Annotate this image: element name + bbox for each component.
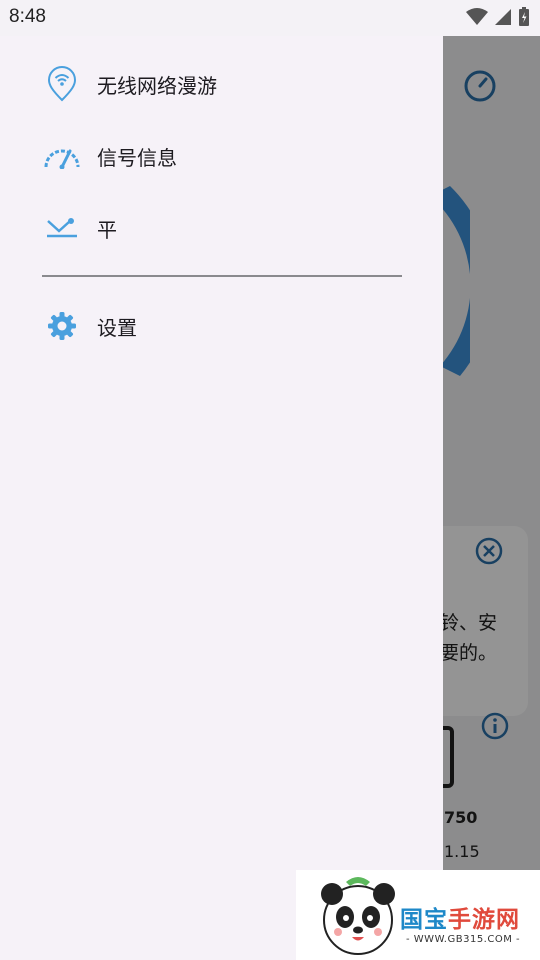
status-bar: 8:48 [0,0,540,36]
nav-item-signal-info[interactable]: 信号信息 [0,126,443,186]
wifi-location-icon [42,64,82,104]
nav-item-label: 设置 [97,315,137,340]
nav-item-label: 信号信息 [97,145,177,170]
wifi-status-icon [466,8,488,25]
watermark-url: - WWW.GB315.COM - [406,934,521,945]
speedometer-icon [42,136,82,176]
watermark-brand: 国宝手游网 [400,907,520,933]
watermark-logo: 国宝手游网 - WWW.GB315.COM - [296,870,540,960]
status-icons [466,7,530,27]
nav-item-label: 平 [97,217,117,242]
navigation-drawer: 无线网络漫游 信号信息 平 设置 [0,36,443,960]
battery-icon [519,7,529,26]
level-icon [42,208,82,248]
status-time: 8:48 [9,6,46,27]
nav-item-wifi-roaming[interactable]: 无线网络漫游 [0,54,443,114]
drawer-divider [42,275,402,277]
cell-signal-icon [495,9,511,25]
gear-icon [42,306,82,346]
panda-logo-icon [321,877,395,955]
nav-item-level[interactable]: 平 [0,198,443,258]
nav-item-label: 无线网络漫游 [97,73,217,98]
nav-item-settings[interactable]: 设置 [0,296,443,356]
